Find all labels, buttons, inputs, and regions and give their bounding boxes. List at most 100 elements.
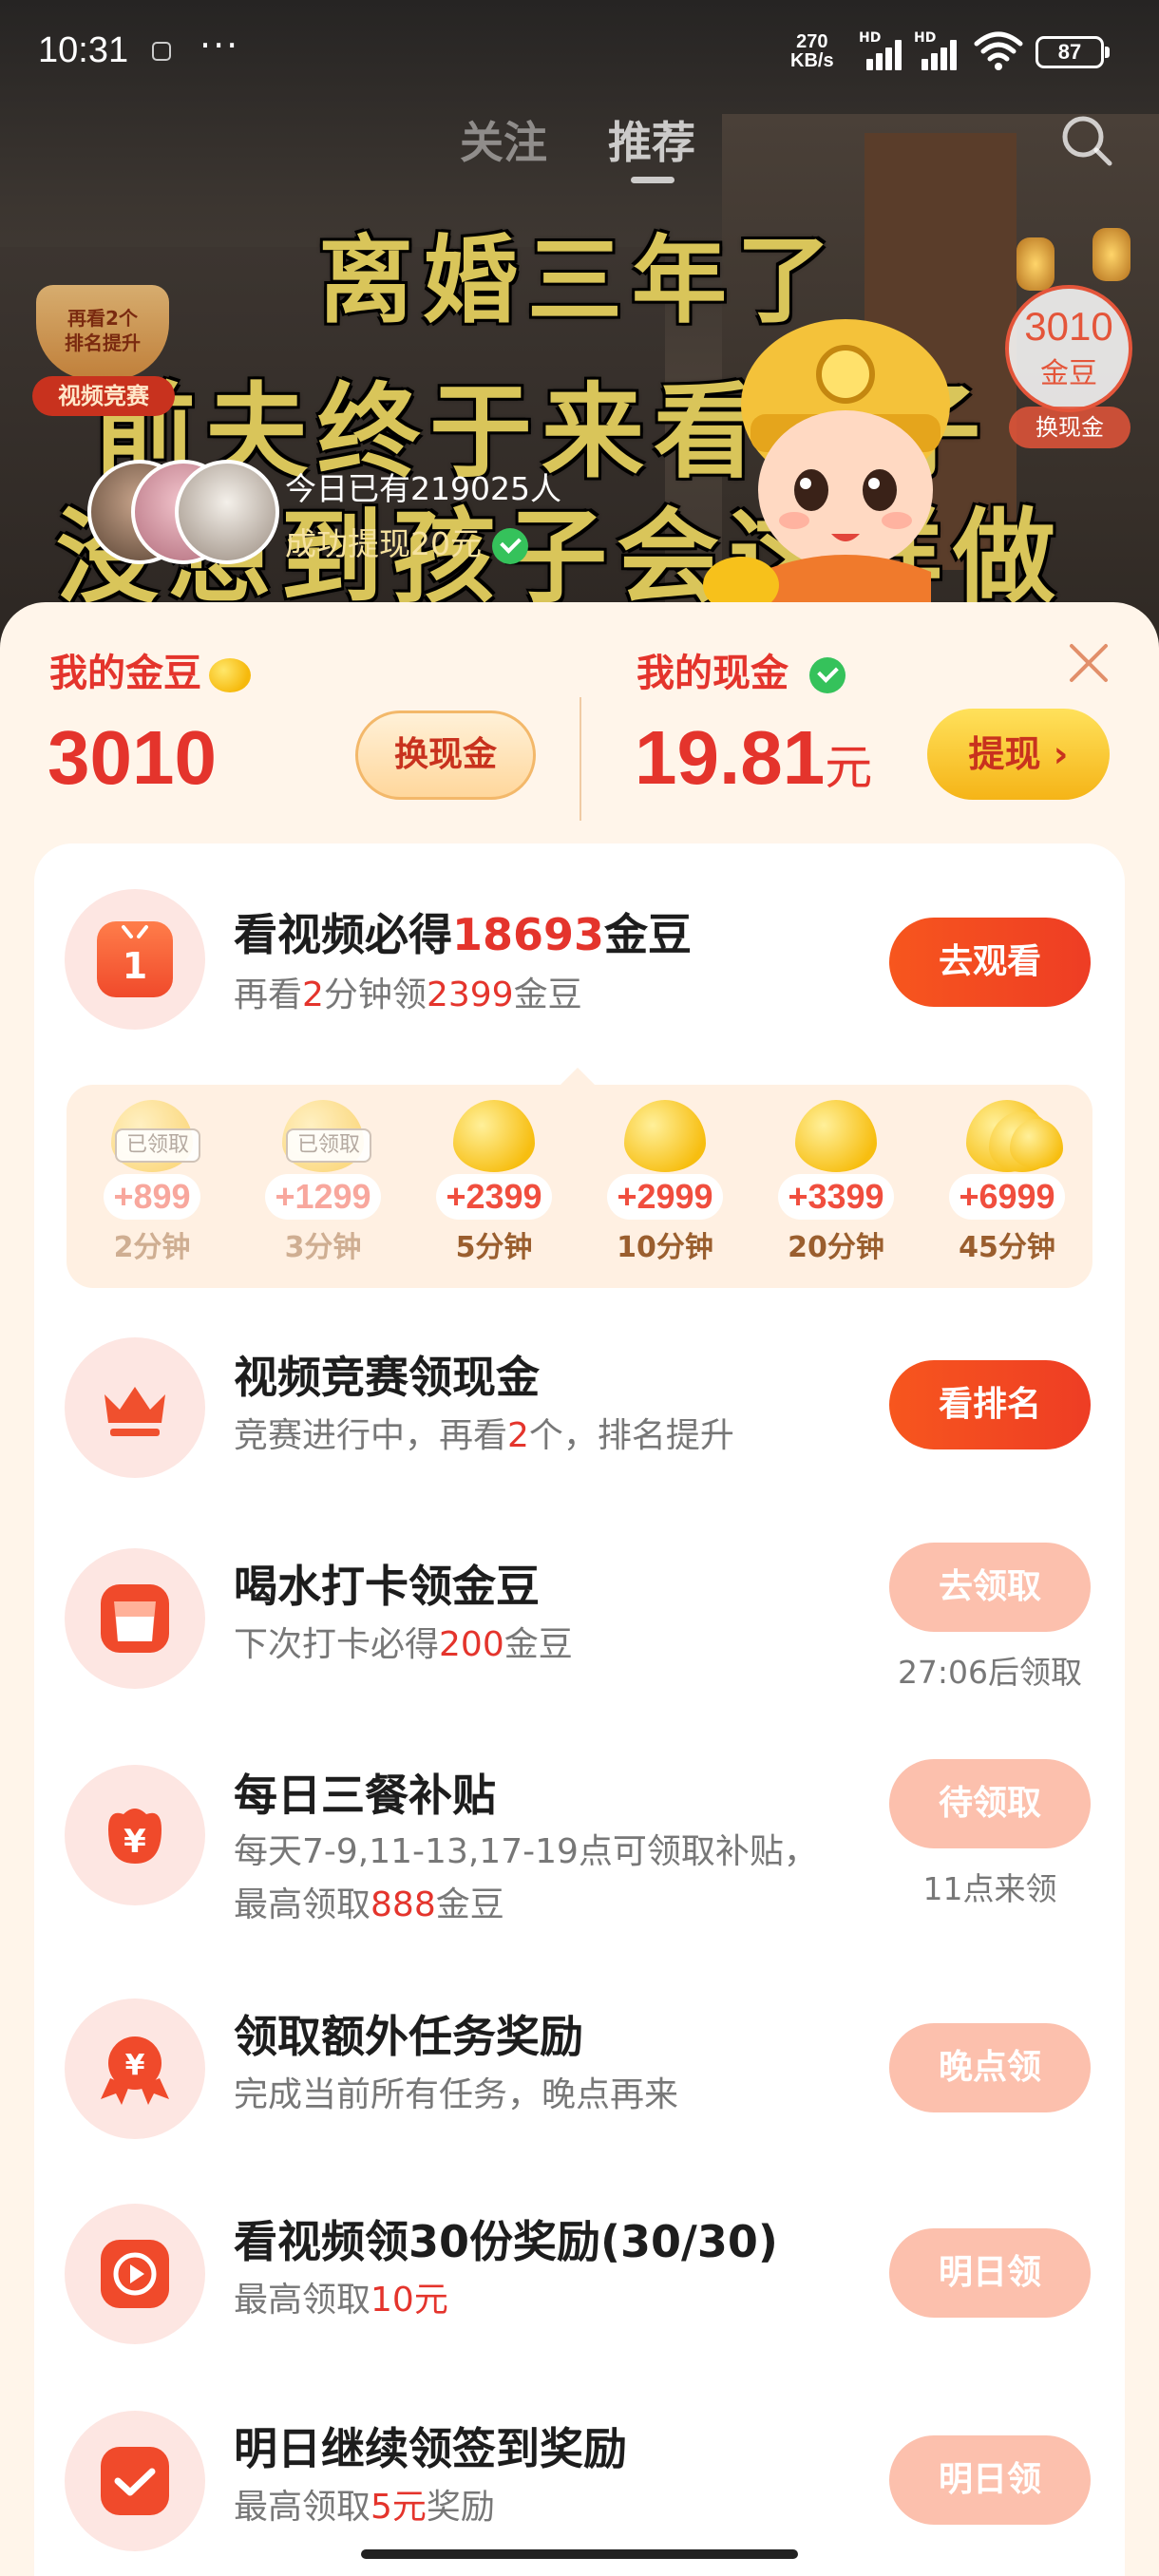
bean-pile-icon bbox=[966, 1100, 1063, 1172]
task-sub-text: 个，排名提升 bbox=[528, 1416, 734, 1455]
tab-follow[interactable]: 关注 bbox=[460, 108, 547, 171]
video-contest-badge[interactable]: 再看2个 排名提升 视频竞赛 bbox=[32, 285, 175, 418]
task-title: 领取额外任务奖励 bbox=[234, 2011, 583, 2062]
signal-sim2-icon: HD bbox=[914, 30, 963, 70]
withdraw-button[interactable]: 提现 › bbox=[927, 709, 1110, 800]
step-amount: +899 bbox=[104, 1174, 200, 1220]
task-title: 视频竞赛领现金 bbox=[234, 1352, 540, 1403]
task-sub-number: 2 bbox=[507, 1416, 529, 1455]
step-amount: +1299 bbox=[265, 1174, 381, 1220]
svg-text:¥: ¥ bbox=[124, 1823, 146, 1861]
home-indicator[interactable] bbox=[361, 2549, 798, 2559]
progress-step[interactable]: 已领取 +1299 3分钟 bbox=[238, 1100, 408, 1265]
meal-time-note: 11点来领 bbox=[922, 1870, 1057, 1907]
progress-step[interactable]: +6999 45分钟 bbox=[922, 1100, 1092, 1265]
network-speed-value: 270 bbox=[796, 31, 828, 52]
signal-sim1-icon: HD bbox=[859, 30, 908, 70]
progress-step[interactable]: 已领取 +899 2分钟 bbox=[66, 1100, 238, 1265]
battery-indicator: 87 bbox=[1036, 36, 1110, 68]
gold-bean-counter-label: 金豆 bbox=[1040, 357, 1097, 390]
tv-icon: 1 bbox=[97, 921, 173, 997]
cash-label: 我的现金 bbox=[636, 652, 788, 695]
go-watch-button[interactable]: 去观看 bbox=[889, 918, 1091, 1007]
bean-icon: 已领取 bbox=[111, 1100, 200, 1172]
withdraw-button-label: 提现 bbox=[968, 733, 1041, 775]
step-amount: +2999 bbox=[607, 1174, 723, 1220]
task-sub-number: 5元 bbox=[370, 2488, 427, 2527]
step-amount: +3399 bbox=[778, 1174, 894, 1220]
task-sub-text: 最高领取 bbox=[234, 2488, 371, 2527]
step-duration: 5分钟 bbox=[455, 1231, 533, 1264]
notification-icon bbox=[152, 42, 171, 61]
task-icon-bg bbox=[65, 1548, 205, 1689]
cash-unit: 元 bbox=[825, 741, 873, 794]
signin-tomorrow-button[interactable]: 明日领 bbox=[889, 2435, 1091, 2525]
step-amount: +2399 bbox=[436, 1174, 552, 1220]
step-duration: 10分钟 bbox=[617, 1231, 713, 1264]
claim-water-button[interactable]: 去领取 bbox=[889, 1543, 1091, 1632]
status-bar: 10:31 ··· 270 KB/s HD HD 87 bbox=[0, 0, 1159, 104]
gold-label: 我的金豆 bbox=[49, 652, 201, 695]
search-icon[interactable] bbox=[1058, 112, 1115, 169]
countdown-note: 27:06后领取 bbox=[897, 1654, 1083, 1691]
task-sub-line1: 每天7-9,11-13,17-19点可领取补贴， bbox=[234, 1832, 818, 1871]
task-sub-number: 200 bbox=[439, 1625, 504, 1664]
divider bbox=[580, 697, 581, 821]
crown-icon bbox=[104, 1387, 165, 1436]
task-sub-text: 金豆 bbox=[435, 1885, 504, 1924]
task-sub-text: 最高领取 bbox=[234, 1885, 371, 1924]
notice-line2: 成功提现20元 bbox=[285, 525, 482, 562]
wifi-icon bbox=[974, 31, 1023, 70]
watch-progress-strip: 已领取 +899 2分钟 已领取 +1299 3分钟 +2399 5分钟 +29… bbox=[66, 1068, 1092, 1288]
tab-underline bbox=[631, 177, 674, 183]
step-amount: +6999 bbox=[949, 1174, 1065, 1220]
sim1-hd-label: HD bbox=[859, 30, 882, 46]
svg-text:¥: ¥ bbox=[125, 2049, 145, 2082]
step-duration: 3分钟 bbox=[284, 1231, 362, 1264]
task-sub-text: 奖励 bbox=[426, 2488, 495, 2527]
task-sub-number: 888 bbox=[370, 1885, 436, 1924]
claimed-tag: 已领取 bbox=[286, 1128, 371, 1163]
rank-badge-line1: 再看2个 bbox=[67, 307, 138, 330]
network-speed-unit: KB/s bbox=[790, 50, 834, 71]
check-icon bbox=[101, 2447, 169, 2515]
progress-step[interactable]: +3399 20分钟 bbox=[750, 1100, 922, 1265]
gold-bean-counter-value: 3010 bbox=[1024, 304, 1113, 349]
bean-icon bbox=[453, 1100, 535, 1172]
more-notifications-icon: ··· bbox=[200, 25, 240, 66]
view-ranking-button[interactable]: 看排名 bbox=[889, 1360, 1091, 1449]
rank-badge-pill: 视频竞赛 bbox=[32, 376, 175, 416]
claim-tomorrow-button[interactable]: 明日领 bbox=[889, 2228, 1091, 2318]
notice-line1: 今日已有219025人 bbox=[285, 470, 561, 507]
svg-text:1: 1 bbox=[123, 945, 147, 987]
gold-bean-counter[interactable]: 3010 金豆 bbox=[1005, 285, 1132, 412]
progress-step[interactable]: +2999 10分钟 bbox=[580, 1100, 750, 1265]
task-sub-text: 再看 bbox=[234, 975, 303, 1014]
network-speed: 270 KB/s bbox=[790, 32, 834, 70]
progress-step[interactable]: +2399 5分钟 bbox=[408, 1100, 580, 1265]
task-title-number: 18693 bbox=[452, 909, 605, 960]
task-icon-bg: ¥ bbox=[65, 1765, 205, 1905]
cash-value: 19.81 bbox=[635, 715, 826, 800]
exchange-button[interactable]: 换现金 bbox=[355, 710, 536, 800]
yuan-ribbon-icon: ¥ bbox=[101, 2036, 169, 2105]
task-title: 喝水打卡领金豆 bbox=[234, 1561, 540, 1612]
user-avatars bbox=[87, 460, 279, 564]
top-tabs: 关注 推荐 bbox=[0, 104, 1159, 190]
mascot-god-of-wealth[interactable] bbox=[684, 300, 1007, 623]
step-duration: 20分钟 bbox=[788, 1231, 884, 1264]
task-sub-text: 竞赛进行中，再看 bbox=[234, 1416, 508, 1455]
task-sub-text: 下次打卡必得 bbox=[234, 1625, 440, 1664]
tab-recommend[interactable]: 推荐 bbox=[608, 108, 695, 171]
task-icon-bg: ¥ bbox=[65, 1998, 205, 2139]
close-icon[interactable] bbox=[1068, 642, 1110, 684]
task-icon-bg bbox=[65, 2204, 205, 2344]
task-sub-number: 2399 bbox=[426, 975, 514, 1014]
status-time: 10:31 bbox=[38, 30, 129, 70]
claim-later-button[interactable]: 晚点领 bbox=[889, 2023, 1091, 2112]
task-sub-text: 金豆 bbox=[504, 1625, 573, 1664]
exchange-cash-tag[interactable]: 换现金 bbox=[1009, 407, 1130, 448]
pending-claim-button[interactable]: 待领取 bbox=[889, 1759, 1091, 1848]
task-title-pre: 看视频必得 bbox=[234, 909, 452, 960]
avatar bbox=[175, 460, 279, 564]
